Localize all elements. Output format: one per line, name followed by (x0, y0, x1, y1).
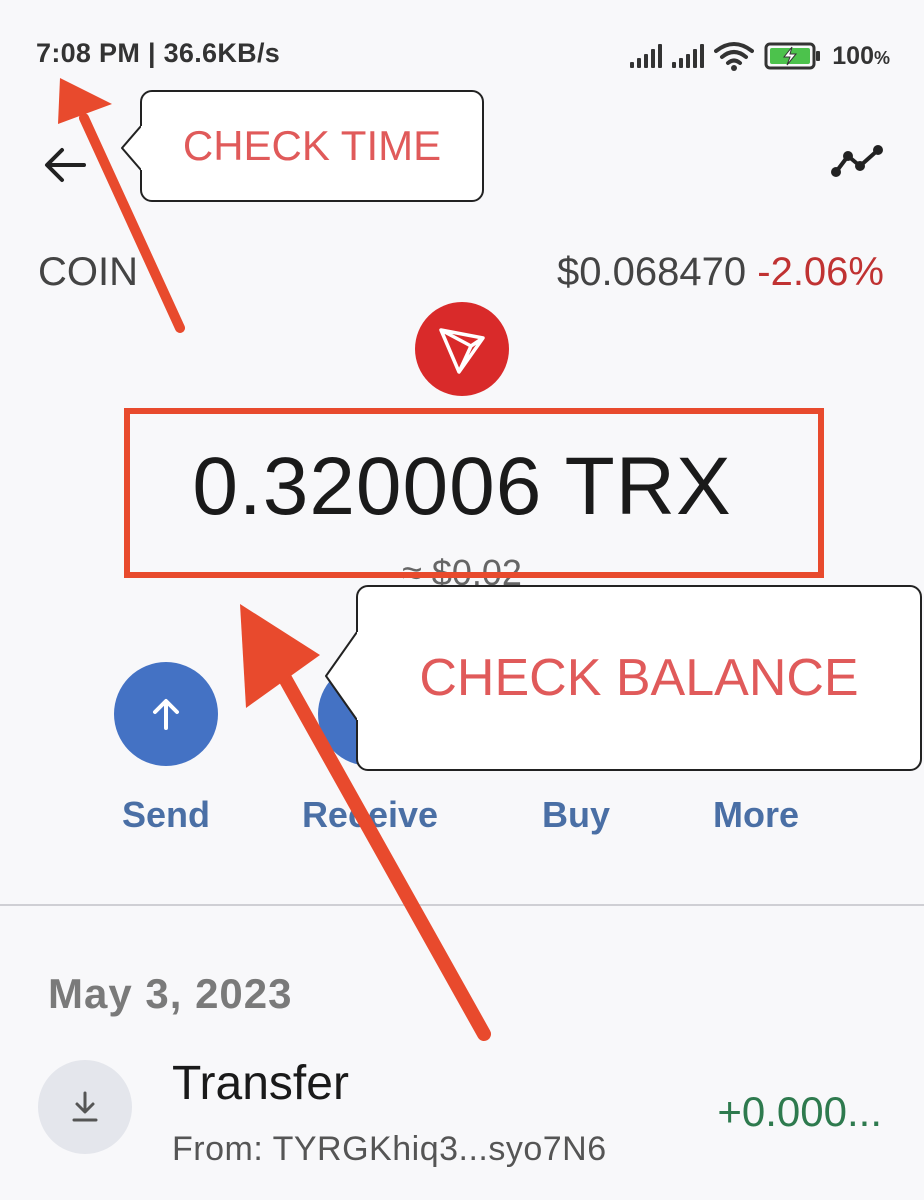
check-time-callout: CHECK TIME (140, 90, 484, 202)
time-arrow-head (58, 78, 112, 124)
transaction-from: From: TYRGKhiq3...syo7N6 (172, 1130, 607, 1168)
buy-label[interactable]: Buy (476, 794, 676, 836)
status-indicators: 100% (630, 36, 890, 76)
receive-label[interactable]: Receive (270, 794, 470, 836)
trend-chart-icon (831, 145, 883, 177)
arrow-left-icon (45, 148, 86, 182)
balance-arrow-head (240, 604, 320, 708)
download-icon (72, 1091, 98, 1122)
transaction-amount: +0.000... (717, 1088, 882, 1135)
time-callout-tail (121, 125, 142, 171)
check-balance-callout: CHECK BALANCE (356, 585, 922, 771)
send-label[interactable]: Send (66, 794, 266, 836)
signal-bars-icon (630, 44, 663, 68)
wifi-icon (714, 42, 755, 71)
section-divider (0, 904, 924, 906)
arrow-up-icon (153, 699, 179, 730)
balance-highlight-box (124, 408, 824, 578)
send-circle[interactable] (114, 662, 218, 766)
transaction-title[interactable]: Transfer (172, 1056, 349, 1111)
coin-price: $0.068470 (557, 250, 747, 294)
price-change: -2.06% (757, 250, 884, 294)
transaction-date-header: May 3, 2023 (48, 970, 293, 1017)
coin-price-row: $0.068470 -2.06% (557, 250, 884, 295)
coin-label: COIN (38, 250, 138, 294)
battery-charging-icon (764, 42, 821, 70)
signal-bars-icon (672, 44, 705, 68)
more-label[interactable]: More (656, 794, 856, 836)
back-button[interactable] (40, 140, 90, 190)
tron-logo-icon (415, 302, 509, 396)
battery-percentage: 100% (832, 41, 890, 70)
transaction-type-icon[interactable] (38, 1060, 132, 1154)
price-chart-button[interactable] (828, 138, 888, 188)
status-time-speed: 7:08 PM | 36.6KB/s (36, 38, 281, 68)
send-button[interactable] (114, 662, 218, 766)
